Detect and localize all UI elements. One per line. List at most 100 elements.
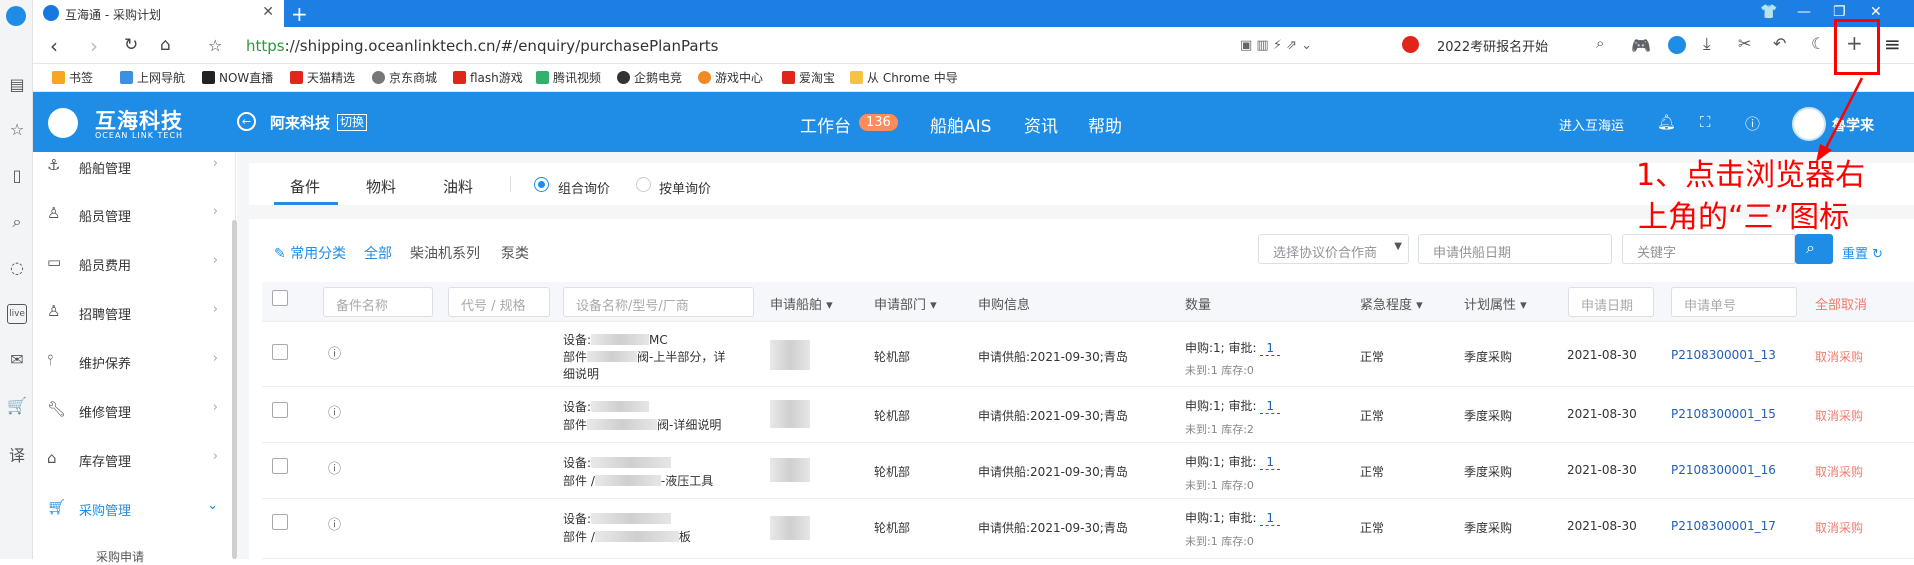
bookmark-item[interactable]: 书签 xyxy=(52,69,93,86)
help-circle-icon[interactable]: ⓘ xyxy=(1745,113,1760,134)
bell-icon[interactable]: 🔔︎ xyxy=(1657,113,1676,131)
nav-news[interactable]: 资讯 xyxy=(1024,112,1058,137)
enter-hhy-link[interactable]: 进入互海运 xyxy=(1559,115,1624,134)
sidebar-item-ship[interactable]: ⚓︎ 船舶管理 › xyxy=(33,148,230,184)
live-icon[interactable]: live xyxy=(7,304,27,324)
approved-qty-link[interactable]: 1 xyxy=(1260,455,1281,470)
fullscreen-icon[interactable]: ⛶ xyxy=(1700,113,1711,131)
info-icon[interactable]: ⓘ xyxy=(328,343,341,362)
bookmark-item[interactable]: 游戏中心 xyxy=(698,69,763,86)
info-icon[interactable]: ⓘ xyxy=(328,458,341,477)
download-icon[interactable]: ⤓ xyxy=(1703,34,1711,54)
header-plan[interactable]: 计划属性 ▾ xyxy=(1464,294,1527,313)
row-checkbox[interactable] xyxy=(272,344,288,360)
sidebar-item-inventory[interactable]: ⌂ 库存管理 › xyxy=(33,441,230,477)
restore-icon[interactable]: ❐ xyxy=(1833,4,1846,20)
keyword-input[interactable]: 关键字 xyxy=(1622,234,1795,264)
new-tab-icon[interactable]: + xyxy=(291,2,308,26)
gamepad-icon[interactable]: 🎮 xyxy=(1631,36,1651,55)
shopping-cart-icon[interactable]: 🛒 xyxy=(7,396,27,416)
approved-qty-link[interactable]: 1 xyxy=(1260,511,1281,526)
sidebar-item-crew-cost[interactable]: ▭ 船员费用 › xyxy=(33,245,230,281)
back-icon[interactable]: ‹ xyxy=(50,34,58,58)
browser-tab[interactable]: 互海通 - 采购计划 ✕ xyxy=(33,0,284,27)
menu-icon[interactable]: ≡ xyxy=(1884,32,1901,56)
radio-per-order-inquiry[interactable] xyxy=(636,177,651,192)
reload-icon[interactable]: ↻ xyxy=(124,35,138,55)
search-box[interactable]: 2022考研报名开始 ⌕ xyxy=(1402,31,1626,59)
back-arrow-icon[interactable]: ← xyxy=(237,112,256,131)
chat-icon[interactable]: ◌ xyxy=(7,258,27,278)
home-icon[interactable]: ⌂ xyxy=(160,35,171,55)
bookmark-item[interactable]: 爱淘宝 xyxy=(782,69,835,86)
minimize-icon[interactable]: — xyxy=(1797,4,1811,20)
bookmark-item[interactable]: 京东商城 xyxy=(372,69,437,86)
bookmark-item[interactable]: 腾讯视频 xyxy=(536,69,601,86)
search-side-icon[interactable]: ⌕ xyxy=(7,212,27,232)
row-apply-no-link[interactable]: P2108300001_15 xyxy=(1671,407,1776,421)
row-cancel-button[interactable]: 取消采购 xyxy=(1815,348,1863,365)
bookmark-item[interactable]: 从 Chrome 中导 xyxy=(850,69,958,86)
reader-icon[interactable]: ▤ xyxy=(7,75,27,95)
switch-company-button[interactable]: 切换 xyxy=(337,114,368,131)
mail-icon[interactable]: ✉ xyxy=(7,350,27,370)
shirt-icon[interactable]: 👕 xyxy=(1760,4,1777,20)
sidebar-item-purchase[interactable]: 🛒︎ 采购管理 ⌄ xyxy=(33,490,230,526)
filter-code-spec[interactable]: 代号 / 规格 xyxy=(448,287,550,317)
filter-apply-date[interactable]: 申请日期 xyxy=(1568,287,1654,317)
supply-date-input[interactable]: 申请供船日期 xyxy=(1418,234,1612,264)
filter-all[interactable]: 全部 xyxy=(364,243,392,263)
header-ship[interactable]: 申请船舶 ▾ xyxy=(770,294,833,313)
nav-ship-ais[interactable]: 船舶AIS xyxy=(930,112,991,137)
filter-diesel[interactable]: 柴油机系列 xyxy=(410,243,480,263)
row-checkbox[interactable] xyxy=(272,514,288,530)
translate-icon[interactable]: 译 xyxy=(7,442,27,465)
sidebar-subitem-purchase-request[interactable]: 采购申请 xyxy=(96,548,144,565)
night-mode-icon[interactable]: ☾ xyxy=(1811,34,1825,53)
row-checkbox[interactable] xyxy=(272,402,288,418)
select-all-checkbox[interactable] xyxy=(272,290,288,306)
row-apply-no-link[interactable]: P2108300001_17 xyxy=(1671,519,1776,533)
row-cancel-button[interactable]: 取消采购 xyxy=(1815,519,1863,536)
sidebar-item-repair[interactable]: 🔧︎ 维修管理 › xyxy=(33,392,230,428)
forward-icon[interactable]: › xyxy=(90,34,98,58)
scissors-icon[interactable]: ✂ xyxy=(1738,34,1751,53)
filter-pump[interactable]: 泵类 xyxy=(501,243,529,263)
row-cancel-button[interactable]: 取消采购 xyxy=(1815,407,1863,424)
tab-materials[interactable]: 物料 xyxy=(366,176,396,197)
search-icon[interactable]: ⌕ xyxy=(1596,34,1604,52)
tab-spare-parts[interactable]: 备件 xyxy=(290,176,320,197)
reset-button[interactable]: 重置 ↻ xyxy=(1842,243,1883,262)
search-button[interactable]: ⌕ xyxy=(1795,234,1833,264)
filter-device[interactable]: 设备名称/型号/厂商 xyxy=(563,287,754,317)
favorites-icon[interactable]: ☆ xyxy=(7,120,27,140)
header-dept[interactable]: 申请部门 ▾ xyxy=(874,294,937,313)
filter-apply-no[interactable]: 申请单号 xyxy=(1671,287,1797,317)
filter-part-name[interactable]: 备件名称 xyxy=(323,287,433,317)
undo-icon[interactable]: ↶ xyxy=(1773,34,1786,53)
bookmark-item[interactable]: flash游戏 xyxy=(453,69,523,86)
approved-qty-link[interactable]: 1 xyxy=(1260,399,1281,414)
radio-combined-inquiry[interactable] xyxy=(534,177,549,192)
row-checkbox[interactable] xyxy=(272,458,288,474)
bookmark-item[interactable]: 企鹅电竞 xyxy=(617,69,682,86)
info-icon[interactable]: ⓘ xyxy=(328,402,341,421)
info-icon[interactable]: ⓘ xyxy=(328,514,341,533)
sidebar-item-recruit[interactable]: ♙ 招聘管理 › xyxy=(33,294,230,330)
close-window-icon[interactable]: ✕ xyxy=(1870,4,1882,20)
browser-logo-icon[interactable] xyxy=(6,6,26,26)
nav-workbench[interactable]: 工作台 xyxy=(800,112,851,137)
addr-tools-icon[interactable]: ▣ ▥ ⚡ ⇗ ⌄ xyxy=(1240,38,1312,53)
star-icon[interactable]: ☆ xyxy=(208,36,222,55)
extension-icon[interactable] xyxy=(1668,36,1686,54)
sidebar-item-maintenance[interactable]: ⫯ 维护保养 › xyxy=(33,343,230,379)
row-apply-no-link[interactable]: P2108300001_13 xyxy=(1671,348,1776,362)
sidebar-item-crew[interactable]: ♙ 船员管理 › xyxy=(33,196,230,232)
url-field[interactable]: https://shipping.oceanlinktech.cn/#/enqu… xyxy=(246,37,718,55)
approved-qty-link[interactable]: 1 xyxy=(1260,341,1281,356)
nav-help[interactable]: 帮助 xyxy=(1088,112,1122,137)
bookmark-item[interactable]: NOW直播 xyxy=(202,69,273,86)
tab-close-icon[interactable]: ✕ xyxy=(262,4,274,20)
row-apply-no-link[interactable]: P2108300001_16 xyxy=(1671,463,1776,477)
cancel-all-button[interactable]: 全部取消 xyxy=(1815,294,1867,313)
